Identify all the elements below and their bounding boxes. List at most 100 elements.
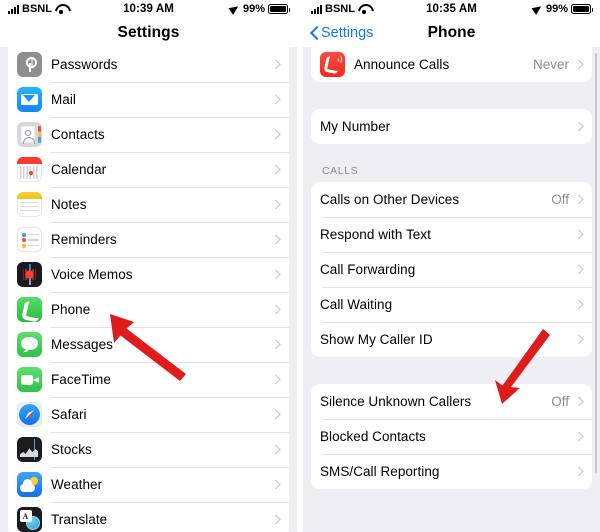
- settings-apps-card: Passwords Mail Contacts Calendar Notes Remind…: [8, 47, 289, 532]
- my-number-card: My Number: [311, 109, 592, 144]
- list-item-call-forwarding[interactable]: Call Forwarding: [311, 252, 592, 287]
- list-item-messages[interactable]: Messages: [8, 327, 289, 362]
- list-item-label: Passwords: [51, 57, 118, 72]
- location-arrow-icon: [230, 4, 240, 14]
- list-item-notes[interactable]: Notes: [8, 187, 289, 222]
- list-item-value: Off: [551, 394, 569, 409]
- chevron-right-icon: [272, 444, 279, 456]
- chevron-right-icon: [575, 431, 582, 443]
- phone-icon: [17, 297, 42, 322]
- list-item-translate[interactable]: A Translate: [8, 502, 289, 532]
- chevron-right-icon: [272, 129, 279, 141]
- page-title: Phone: [427, 23, 476, 41]
- list-item-label: Mail: [51, 92, 76, 107]
- chevron-right-icon: [272, 479, 279, 491]
- back-button[interactable]: Settings: [310, 18, 373, 47]
- chevron-right-icon: [272, 409, 279, 421]
- list-item-silence-unknown-callers[interactable]: Silence Unknown Callers Off: [311, 384, 592, 419]
- status-right: 99%: [230, 3, 290, 15]
- list-item-label: FaceTime: [51, 372, 111, 387]
- left-status-bar: BSNL 10:39 AM 99%: [0, 0, 297, 18]
- list-item-my-number[interactable]: My Number: [311, 109, 592, 144]
- list-item-label: Calls on Other Devices: [320, 192, 460, 207]
- list-item-label: Respond with Text: [320, 227, 431, 242]
- list-item-label: SMS/Call Reporting: [320, 464, 440, 479]
- safari-icon: [17, 402, 42, 427]
- list-item-value: Never: [532, 57, 569, 72]
- list-item-contacts[interactable]: Contacts: [8, 117, 289, 152]
- list-item-label: My Number: [320, 119, 391, 134]
- list-item-label: Announce Calls: [354, 57, 450, 72]
- list-item-phone[interactable]: Phone: [8, 292, 289, 327]
- vertical-scrollbar[interactable]: [594, 53, 597, 473]
- chevron-right-icon: [272, 339, 279, 351]
- calls-card: Calls on Other Devices Off Respond with Te…: [311, 182, 592, 357]
- calendar-icon: [17, 157, 42, 182]
- list-item-calendar[interactable]: Calendar: [8, 152, 289, 187]
- list-item-label: Call Waiting: [320, 297, 393, 312]
- chevron-right-icon: [272, 304, 279, 316]
- list-item-label: Stocks: [51, 442, 92, 457]
- list-item-label: Weather: [51, 477, 103, 492]
- chevron-right-icon: [272, 234, 279, 246]
- list-item-label: Call Forwarding: [320, 262, 416, 277]
- battery-icon: [571, 4, 593, 14]
- right-phone-screenshot: BSNL 10:35 AM 99% Settings Phone Announc…: [303, 0, 600, 532]
- chevron-right-icon: [575, 264, 582, 276]
- list-item-label: Messages: [51, 337, 113, 352]
- contacts-icon: [17, 122, 42, 147]
- list-item-reminders[interactable]: Reminders: [8, 222, 289, 257]
- chevron-right-icon: [272, 199, 279, 211]
- phone-settings-list[interactable]: Announce Calls Never My Number CALLS Call…: [303, 47, 600, 532]
- chevron-right-icon: [272, 514, 279, 526]
- chevron-right-icon: [272, 374, 279, 386]
- list-item-mail[interactable]: Mail: [8, 82, 289, 117]
- list-item-calls-on-other-devices[interactable]: Calls on Other Devices Off: [311, 182, 592, 217]
- list-item-facetime[interactable]: FaceTime: [8, 362, 289, 397]
- list-item-sms-call-reporting[interactable]: SMS/Call Reporting: [311, 454, 592, 489]
- chevron-right-icon: [575, 334, 582, 346]
- chevron-right-icon: [272, 269, 279, 281]
- list-item-label: Voice Memos: [51, 267, 133, 282]
- right-nav-bar: Settings Phone: [303, 18, 600, 47]
- avatar: [23, 129, 36, 144]
- list-item-label: Blocked Contacts: [320, 429, 426, 444]
- list-item-safari[interactable]: Safari: [8, 397, 289, 432]
- list-item-voice-memos[interactable]: Voice Memos: [8, 257, 289, 292]
- list-item-label: Safari: [51, 407, 87, 422]
- list-item-announce-calls[interactable]: Announce Calls Never: [311, 47, 592, 82]
- list-item-show-my-caller-id[interactable]: Show My Caller ID: [311, 322, 592, 357]
- list-item-call-waiting[interactable]: Call Waiting: [311, 287, 592, 322]
- translate-icon: A: [17, 507, 42, 532]
- list-item-label: Silence Unknown Callers: [320, 394, 472, 409]
- list-item-label: Calendar: [51, 162, 107, 177]
- announce-calls-icon: [320, 52, 345, 77]
- battery-icon: [268, 4, 290, 14]
- back-button-label: Settings: [321, 24, 374, 41]
- list-item-stocks[interactable]: Stocks: [8, 432, 289, 467]
- list-item-label: Reminders: [51, 232, 117, 247]
- chevron-right-icon: [272, 94, 279, 106]
- chevron-right-icon: [575, 59, 582, 71]
- passwords-icon: [17, 52, 42, 77]
- list-item-weather[interactable]: Weather: [8, 467, 289, 502]
- chevron-right-icon: [272, 164, 279, 176]
- list-item-value: Off: [551, 192, 569, 207]
- announce-calls-card: Announce Calls Never: [311, 47, 592, 82]
- status-right: 99%: [533, 3, 593, 15]
- chevron-right-icon: [272, 59, 279, 71]
- stocks-icon: [17, 437, 42, 462]
- screenshot-root: BSNL 10:39 AM 99% Settings Passwords Mail…: [0, 0, 600, 532]
- list-item-respond-with-text[interactable]: Respond with Text: [311, 217, 592, 252]
- list-item-blocked-contacts[interactable]: Blocked Contacts: [311, 419, 592, 454]
- chevron-left-icon: [310, 26, 318, 40]
- list-item-label: Contacts: [51, 127, 105, 142]
- notes-icon: [17, 192, 42, 217]
- left-phone-screenshot: BSNL 10:39 AM 99% Settings Passwords Mail…: [0, 0, 297, 532]
- list-item-passwords[interactable]: Passwords: [8, 47, 289, 82]
- chevron-right-icon: [575, 229, 582, 241]
- left-settings-list[interactable]: Passwords Mail Contacts Calendar Notes Remind…: [0, 47, 297, 532]
- chevron-right-icon: [575, 299, 582, 311]
